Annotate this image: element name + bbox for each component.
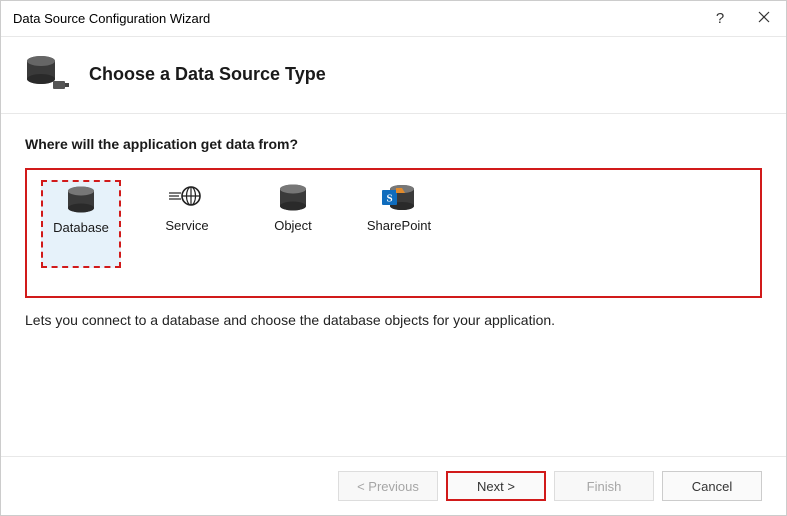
option-label: Service	[165, 218, 208, 233]
help-button[interactable]: ?	[698, 1, 742, 37]
object-icon	[275, 184, 311, 212]
finish-button: Finish	[554, 471, 654, 501]
option-service[interactable]: Service	[147, 180, 227, 268]
window-title: Data Source Configuration Wizard	[13, 11, 698, 26]
datasource-wizard-icon	[25, 55, 69, 93]
wizard-footer: < Previous Next > Finish Cancel	[1, 456, 786, 515]
wizard-content: Where will the application get data from…	[1, 113, 786, 456]
close-icon	[758, 10, 770, 27]
cancel-button[interactable]: Cancel	[662, 471, 762, 501]
datasource-options: Database Service	[25, 168, 762, 298]
option-label: Object	[274, 218, 312, 233]
option-label: SharePoint	[367, 218, 431, 233]
svg-text:S: S	[386, 193, 392, 205]
close-button[interactable]	[742, 1, 786, 37]
prompt-text: Where will the application get data from…	[25, 136, 762, 152]
page-title: Choose a Data Source Type	[89, 64, 326, 85]
option-label: Database	[53, 220, 109, 235]
next-button[interactable]: Next >	[446, 471, 546, 501]
wizard-header: Choose a Data Source Type	[1, 37, 786, 113]
database-icon	[63, 186, 99, 214]
option-description: Lets you connect to a database and choos…	[25, 312, 762, 328]
option-sharepoint[interactable]: S SharePoint	[359, 180, 439, 268]
previous-button: < Previous	[338, 471, 438, 501]
option-object[interactable]: Object	[253, 180, 333, 268]
help-icon: ?	[716, 10, 724, 27]
service-icon	[169, 184, 205, 212]
sharepoint-icon: S	[381, 184, 417, 212]
option-database[interactable]: Database	[41, 180, 121, 268]
titlebar: Data Source Configuration Wizard ?	[1, 1, 786, 37]
